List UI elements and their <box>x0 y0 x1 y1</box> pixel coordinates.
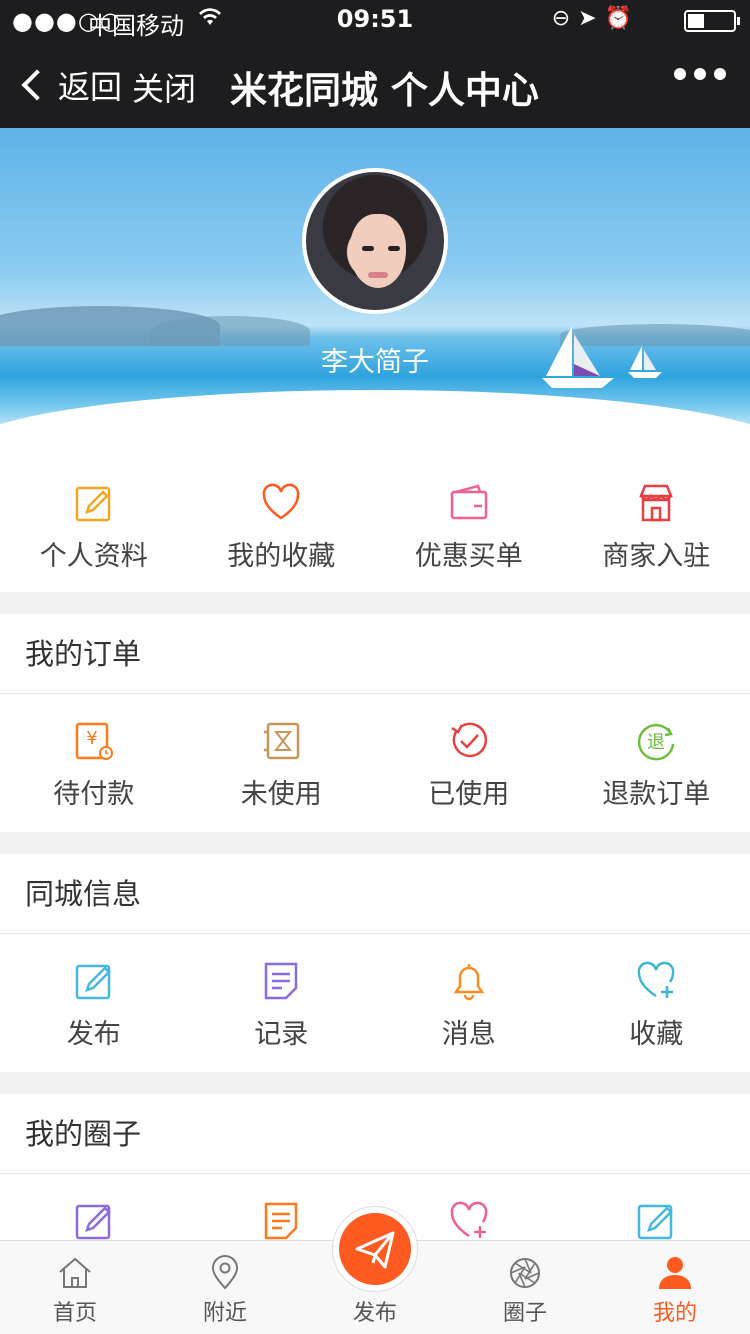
quick-action-label: 商家入驻 <box>602 541 711 572</box>
heart-icon <box>262 483 300 520</box>
aperture-icon <box>510 1258 540 1288</box>
used-orders-button[interactable]: 已使用 <box>375 720 563 811</box>
tab-circle[interactable]: 圈子 <box>450 1241 600 1334</box>
city-info-label: 记录 <box>254 1019 309 1050</box>
bell-icon <box>453 964 485 1001</box>
city-info-label: 消息 <box>441 1019 496 1050</box>
messages-button[interactable]: 消息 <box>375 960 563 1051</box>
wallet-icon <box>450 484 487 520</box>
chevron-left-icon <box>21 69 53 101</box>
publish-icon <box>75 964 111 1000</box>
orders-title: 我的订单 <box>0 614 750 694</box>
publish-icon <box>638 1204 674 1240</box>
tab-label: 我的 <box>652 1301 697 1326</box>
page-title: 米花同城 个人中心 <box>230 69 539 112</box>
heart-plus-icon <box>637 961 675 998</box>
status-bar: ●●●○○ 中国移动 09:51 ⊖➤⏰ <box>0 0 750 40</box>
circle-publish-button[interactable] <box>0 1200 188 1240</box>
status-icons: ⊖➤⏰ <box>551 6 640 31</box>
city-info-title: 同城信息 <box>0 854 750 934</box>
record-icon <box>265 962 298 1000</box>
order-status-label: 已使用 <box>428 779 510 810</box>
order-status-label: 退款订单 <box>602 779 711 810</box>
close-button[interactable]: 关闭 <box>132 64 196 110</box>
points-balance: 积分：131.00丨 余额：93835.30 <box>211 397 539 421</box>
tab-nearby[interactable]: 附近 <box>150 1241 300 1334</box>
quick-action-label: 个人资料 <box>39 541 148 572</box>
quick-action-label: 优惠买单 <box>414 541 523 572</box>
tab-label: 附近 <box>202 1301 247 1326</box>
person-icon <box>659 1257 691 1289</box>
more-options-button[interactable] <box>674 68 726 80</box>
used-check-icon <box>451 722 487 758</box>
pending-payment-button[interactable]: ¥ 待付款 <box>0 720 188 811</box>
battery-icon <box>684 10 740 32</box>
city-info-label: 发布 <box>66 1019 121 1050</box>
record-button[interactable]: 记录 <box>188 960 376 1051</box>
tab-label: 圈子 <box>502 1301 547 1326</box>
heart-plus-icon <box>450 1201 488 1238</box>
tab-label: 发布 <box>352 1301 397 1326</box>
tab-label: 首页 <box>52 1301 97 1326</box>
record-icon <box>265 1202 298 1240</box>
svg-text:退: 退 <box>647 732 665 753</box>
my-favorites-button[interactable]: 我的收藏 <box>188 482 376 573</box>
back-label: 返回 <box>58 68 123 106</box>
city-info-section: 同城信息 发布 记录 消息 收藏 <box>0 854 750 1072</box>
location-icon <box>211 1255 239 1290</box>
tab-home[interactable]: 首页 <box>0 1241 150 1334</box>
unused-orders-button[interactable]: 未使用 <box>188 720 376 811</box>
order-status-label: 待付款 <box>53 779 135 810</box>
edit-icon <box>75 486 110 522</box>
refund-orders-button[interactable]: 退 退款订单 <box>563 720 750 811</box>
pending-payment-icon: ¥ <box>75 722 113 760</box>
city-favorites-button[interactable]: 收藏 <box>563 960 750 1051</box>
shop-icon <box>639 484 674 522</box>
back-button[interactable]: 返回 <box>18 62 122 108</box>
home-icon <box>59 1257 91 1288</box>
city-info-label: 收藏 <box>629 1019 684 1050</box>
nav-bar: 返回 关闭 米花同城 个人中心 <box>0 40 750 128</box>
edit-icon <box>75 1204 111 1240</box>
quick-action-label: 我的收藏 <box>227 541 336 572</box>
circle-title: 我的圈子 <box>0 1094 750 1174</box>
profile-info-button[interactable]: 个人资料 <box>0 482 188 573</box>
unused-icon <box>264 722 300 760</box>
merchant-join-button[interactable]: 商家入驻 <box>563 482 750 573</box>
discount-pay-button[interactable]: 优惠买单 <box>375 482 563 573</box>
username: 李大简子 <box>321 347 429 378</box>
publish-fab-button[interactable] <box>332 1206 418 1292</box>
refund-icon: 退 <box>638 724 675 761</box>
circle-edit-button[interactable] <box>563 1200 750 1240</box>
orders-section: 我的订单 ¥ 待付款 未使用 已使用 退 退款订单 <box>0 614 750 832</box>
order-status-label: 未使用 <box>240 779 322 810</box>
tab-mine[interactable]: 我的 <box>600 1241 750 1334</box>
publish-info-button[interactable]: 发布 <box>0 960 188 1051</box>
quick-actions: 个人资料 我的收藏 优惠买单 商家入驻 <box>0 446 750 592</box>
paper-plane-icon <box>355 1231 395 1269</box>
svg-text:¥: ¥ <box>86 728 97 749</box>
avatar[interactable] <box>302 168 448 314</box>
